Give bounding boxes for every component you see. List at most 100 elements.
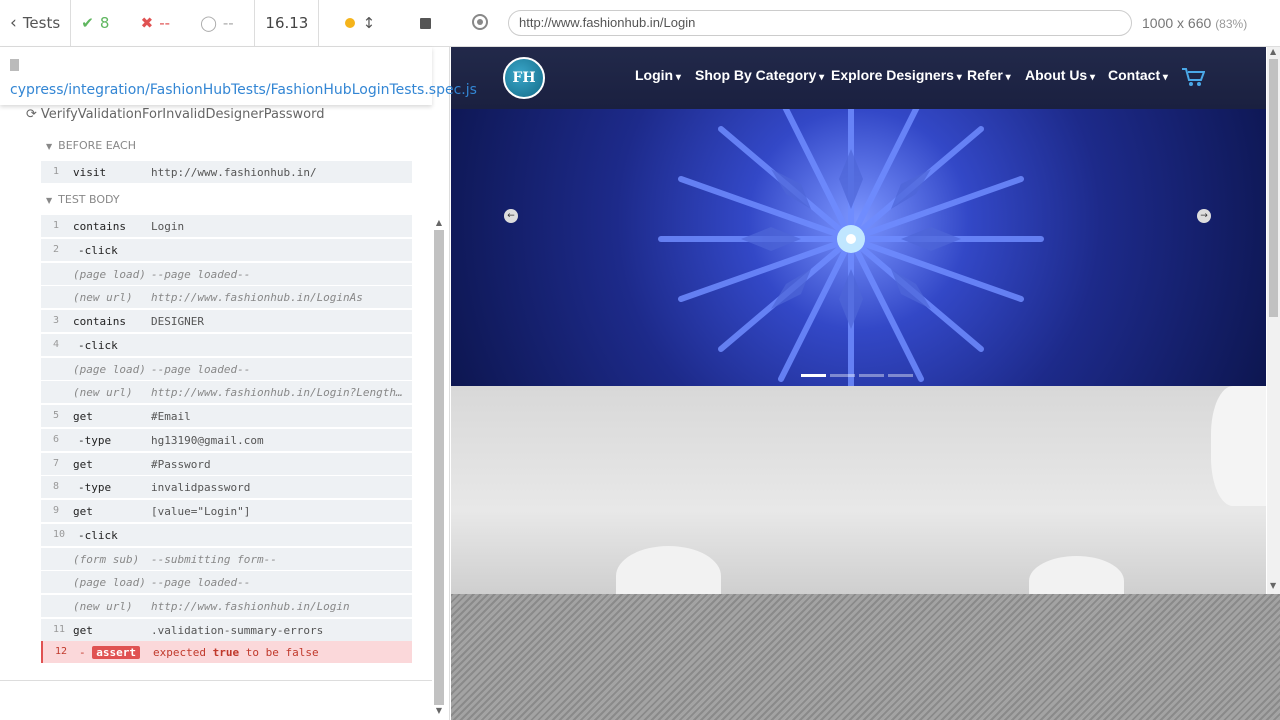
command-message: --page loaded--	[151, 267, 251, 281]
command-row[interactable]: 4 -click	[41, 332, 412, 356]
circle-icon: ◯	[200, 14, 217, 32]
run-controls[interactable]: ↕	[319, 0, 400, 47]
hero-carousel: ← →	[451, 109, 1266, 386]
command-row[interactable]: 7 get #Password	[41, 451, 412, 475]
indicator[interactable]	[801, 374, 826, 377]
command-log: ⟳ VerifyValidationForInvalidDesignerPassw…	[0, 105, 432, 681]
auto-scroll-icon[interactable]: ↕	[363, 14, 376, 32]
x-icon: ✖	[140, 14, 154, 32]
command-number: 3	[53, 315, 60, 326]
command-name: (page load)	[73, 362, 146, 376]
failed-value: --	[159, 14, 171, 32]
assert-badge: assert	[92, 646, 140, 659]
command-row[interactable]: 9 get [value="Login"]	[41, 499, 412, 522]
test-title-text: VerifyValidationForInvalidDesignerPasswo…	[40, 107, 325, 122]
viewport-scale: (83%)	[1215, 17, 1248, 31]
passed-value: 8	[99, 14, 110, 32]
command-message: DESIGNER	[151, 315, 204, 328]
command-row[interactable]: (page load) --page loaded--	[41, 570, 412, 594]
command-message: --page loaded--	[151, 362, 251, 376]
caret-down-icon: ▼	[46, 196, 53, 205]
decor-shape	[1029, 556, 1124, 594]
command-row[interactable]: (new url) http://www.fashionhub.in/LoginA…	[41, 285, 412, 309]
command-number: 11	[53, 623, 66, 635]
site-logo[interactable]: FH	[503, 57, 545, 99]
command-row[interactable]: (page load) --page loaded--	[41, 261, 412, 285]
stop-button[interactable]	[400, 0, 450, 47]
command-row[interactable]: 11 get .validation-summary-errors	[41, 617, 412, 641]
scroll-up-icon[interactable]: ▲	[1270, 47, 1276, 56]
nav-about-us[interactable]: About Us	[1025, 67, 1095, 83]
aut-scrollbar[interactable]: ▲ ▼	[1267, 47, 1280, 594]
command-row[interactable]: 3 contains DESIGNER	[41, 309, 412, 332]
nav-login[interactable]: Login	[635, 67, 681, 83]
carousel-prev-icon[interactable]: ←	[504, 209, 518, 223]
command-message: http://www.fashionhub.in/Login	[151, 600, 350, 613]
selector-playground-icon[interactable]	[472, 14, 488, 30]
spec-path[interactable]: cypress/integration/FashionHubTests/Fash…	[10, 82, 477, 98]
command-row[interactable]: (form sub) --submitting form--	[41, 546, 412, 570]
nav-refer[interactable]: Refer	[967, 67, 1011, 83]
site-navbar: FH Login Shop By Category Explore Design…	[451, 47, 1266, 109]
test-body-label: TEST BODY	[58, 193, 120, 206]
command-row[interactable]: 10 -click	[41, 522, 412, 546]
pending-value: --	[222, 14, 234, 32]
scroll-down-icon[interactable]: ▼	[1270, 581, 1276, 590]
command-row[interactable]: 8 -type invalidpassword	[41, 475, 412, 499]
command-message: --page loaded--	[151, 576, 251, 590]
spec-file-header: cypress/integration/FashionHubTests/Fash…	[0, 47, 477, 105]
command-row[interactable]: 5 get #Email	[41, 404, 412, 427]
indicator[interactable]	[830, 374, 855, 377]
command-number: 8	[53, 481, 60, 493]
command-name: (new url)	[73, 386, 133, 400]
nav-contact[interactable]: Contact	[1108, 67, 1168, 83]
command-number: 1	[53, 220, 60, 231]
command-row[interactable]: 1 contains Login	[41, 214, 412, 237]
carousel-indicators[interactable]	[801, 362, 921, 377]
command-row[interactable]: 1 visit http://www.fashionhub.in/	[41, 160, 412, 183]
command-message: http://www.fashionhub.in/LoginAs	[151, 291, 363, 305]
stats-bar: ‹ Tests ✔ 8 ✖ -- ◯ -- 16.13 ↕	[0, 0, 450, 47]
url-bar[interactable]: http://www.fashionhub.in/Login	[508, 10, 1132, 36]
before-each-label: BEFORE EACH	[58, 139, 136, 152]
command-row[interactable]: (new url) http://www.fashionhub.in/Login?…	[41, 380, 412, 404]
command-number: 5	[53, 410, 60, 421]
scroll-up-icon[interactable]: ▲	[434, 218, 444, 227]
command-message: http://www.fashionhub.in/	[151, 166, 317, 179]
reporter-panel: ‹ Tests ✔ 8 ✖ -- ◯ -- 16.13 ↕ cypress/in…	[0, 0, 477, 720]
command-row[interactable]: (page load) --page loaded--	[41, 356, 412, 380]
indicator[interactable]	[859, 374, 884, 377]
snowflake-image	[658, 109, 1044, 386]
command-message: [value="Login"]	[151, 505, 251, 518]
command-number: 9	[53, 505, 60, 516]
command-name: get	[73, 410, 93, 423]
reporter-scrollbar[interactable]	[434, 230, 444, 705]
page-content-image	[451, 386, 1266, 594]
command-name: -click	[78, 528, 118, 542]
scroll-down-icon[interactable]: ▼	[434, 706, 444, 715]
test-body-hook[interactable]: ▼ TEST BODY	[46, 193, 120, 206]
carousel-next-icon[interactable]: →	[1197, 209, 1211, 223]
before-each-hook[interactable]: ▼ BEFORE EACH	[46, 139, 136, 152]
command-name: -click	[78, 243, 118, 257]
command-message: --submitting form--	[151, 552, 277, 566]
tests-button[interactable]: ‹ Tests	[0, 0, 72, 47]
scroll-thumb[interactable]	[1269, 59, 1278, 317]
command-row[interactable]: (new url) http://www.fashionhub.in/Login	[41, 594, 412, 617]
nav-explore-designers[interactable]: Explore Designers	[831, 67, 962, 83]
nav-shop-by-category[interactable]: Shop By Category	[695, 67, 824, 83]
command-row[interactable]: 6 -type hg13190@gmail.com	[41, 427, 412, 451]
caret-down-icon: ▼	[46, 142, 53, 151]
command-number: 7	[53, 457, 60, 469]
test-title[interactable]: ⟳ VerifyValidationForInvalidDesignerPassw…	[26, 107, 324, 122]
command-message: .validation-summary-errors	[151, 623, 324, 637]
indicator[interactable]	[888, 374, 913, 377]
command-row-assert[interactable]: 12 - assert expected true to be false	[41, 640, 412, 663]
cart-icon[interactable]	[1181, 67, 1205, 87]
passed-count: ✔ 8	[71, 0, 130, 47]
command-name: get	[73, 457, 93, 471]
command-number: 6	[53, 433, 60, 445]
check-icon: ✔	[81, 14, 94, 32]
command-name: - assert	[79, 646, 140, 659]
command-row[interactable]: 2 -click	[41, 237, 412, 261]
